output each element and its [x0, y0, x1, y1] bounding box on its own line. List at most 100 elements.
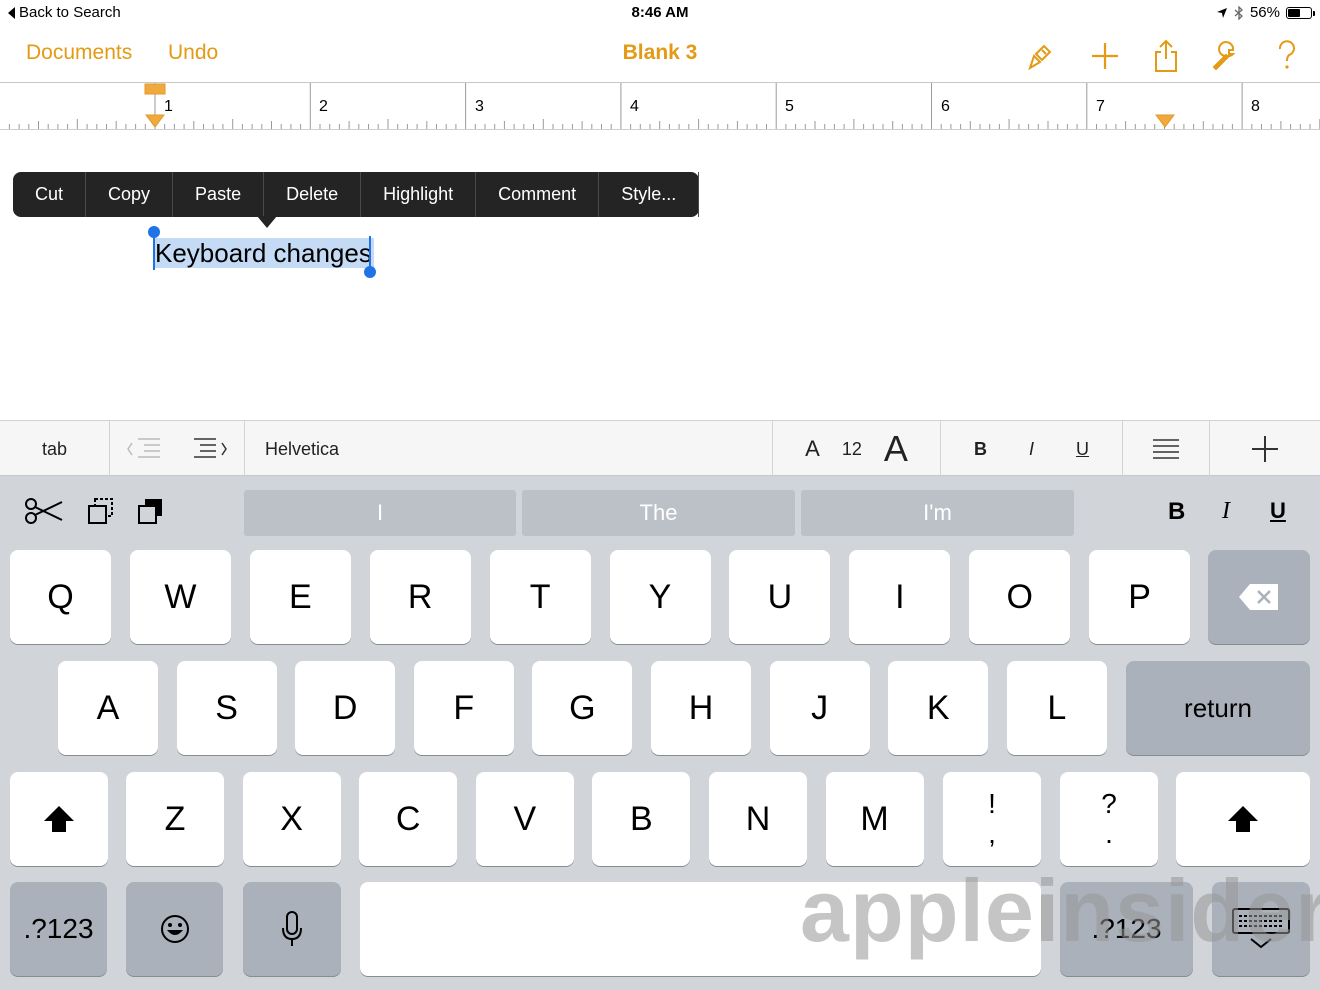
underline-shortcut-button[interactable]: U: [1270, 498, 1286, 524]
highlight-menu-item[interactable]: Highlight: [361, 172, 477, 217]
help-icon[interactable]: [1267, 36, 1307, 76]
ruler-number: 6: [941, 98, 950, 115]
navigation-bar: Documents Undo Blank 3: [0, 28, 1320, 83]
ruler-number: 5: [785, 98, 794, 115]
tab-button[interactable]: tab: [0, 421, 110, 477]
key-z[interactable]: Z: [126, 772, 224, 866]
selection-end-handle[interactable]: [364, 266, 376, 278]
suggestion-3[interactable]: I'm: [801, 490, 1074, 536]
key-i[interactable]: I: [849, 550, 951, 644]
key-k[interactable]: K: [888, 661, 989, 755]
key-p[interactable]: P: [1089, 550, 1191, 644]
cut-shortcut-button[interactable]: [24, 496, 64, 531]
key-j[interactable]: J: [769, 661, 870, 755]
ruler-number: 3: [475, 98, 484, 115]
edit-menu: Cut Copy Paste Delete Highlight Comment …: [13, 172, 700, 228]
battery-icon: [1286, 6, 1315, 19]
ruler-number: 1: [164, 98, 173, 115]
period-label: .: [1105, 818, 1113, 849]
emoji-key[interactable]: [126, 882, 223, 976]
cut-menu-item[interactable]: Cut: [13, 172, 87, 217]
key-f[interactable]: F: [413, 661, 514, 755]
menu-pointer: [257, 216, 277, 228]
exclamation-comma-key[interactable]: ! ,: [943, 772, 1041, 866]
status-right: 56%: [1216, 4, 1315, 21]
plus-icon[interactable]: [1085, 36, 1125, 76]
suggestion-2[interactable]: The: [522, 490, 795, 536]
key-h[interactable]: H: [651, 661, 751, 755]
clock: 8:46 AM: [631, 4, 689, 21]
font-size-value[interactable]: 12: [842, 439, 862, 460]
right-indent-marker-icon[interactable]: [1154, 113, 1176, 129]
decrease-font-size-button[interactable]: A: [805, 436, 820, 462]
left-shift-key[interactable]: [10, 772, 108, 866]
key-e[interactable]: E: [249, 550, 351, 644]
font-size-controls: A 12 A: [773, 421, 941, 477]
question-label: ?: [1101, 788, 1117, 819]
align-button[interactable]: [1123, 421, 1210, 477]
key-t[interactable]: T: [489, 550, 591, 644]
numbers-key-left[interactable]: .?123: [10, 882, 107, 976]
right-shift-key[interactable]: [1176, 772, 1310, 866]
key-s[interactable]: S: [176, 661, 277, 755]
key-b[interactable]: B: [592, 772, 691, 866]
indent-marker-icon[interactable]: [144, 83, 166, 129]
increase-indent-icon[interactable]: [192, 437, 228, 461]
italic-shortcut-button[interactable]: I: [1222, 498, 1230, 525]
decrease-indent-icon[interactable]: [126, 437, 162, 461]
bold-button[interactable]: B: [974, 439, 987, 460]
key-v[interactable]: V: [475, 772, 574, 866]
increase-font-size-button[interactable]: A: [884, 428, 908, 470]
key-r[interactable]: R: [369, 550, 471, 644]
comma-label: ,: [988, 818, 996, 849]
selected-text[interactable]: Keyboard changes: [153, 238, 374, 268]
comment-menu-item[interactable]: Comment: [476, 172, 600, 217]
key-n[interactable]: N: [709, 772, 807, 866]
key-u[interactable]: U: [729, 550, 831, 644]
italic-button[interactable]: I: [1029, 439, 1034, 460]
paintbrush-icon[interactable]: [1020, 36, 1060, 76]
copy-icon: [88, 498, 113, 524]
delete-menu-item[interactable]: Delete: [264, 172, 362, 217]
key-w[interactable]: W: [129, 550, 231, 644]
delete-key[interactable]: [1208, 550, 1310, 644]
insert-button[interactable]: [1210, 421, 1320, 477]
key-x[interactable]: X: [242, 772, 341, 866]
status-bar: Back to Search 8:46 AM 56%: [0, 0, 1320, 26]
selection-start-handle[interactable]: [148, 226, 160, 238]
key-q[interactable]: Q: [10, 550, 111, 644]
wrench-icon[interactable]: [1207, 36, 1247, 76]
return-key[interactable]: return: [1126, 661, 1310, 755]
copy-shortcut-button[interactable]: [86, 496, 116, 531]
bold-shortcut-button[interactable]: B: [1168, 498, 1185, 526]
key-d[interactable]: D: [295, 661, 396, 755]
document-canvas[interactable]: Cut Copy Paste Delete Highlight Comment …: [0, 130, 1320, 420]
question-period-key[interactable]: ? .: [1060, 772, 1158, 866]
key-y[interactable]: Y: [609, 550, 711, 644]
dictation-key[interactable]: [243, 882, 341, 976]
scissors-icon: [25, 498, 63, 524]
bluetooth-icon: [1234, 5, 1243, 20]
exclamation-label: !: [988, 788, 996, 819]
text-style-controls: B I U: [941, 421, 1123, 477]
paste-icon: [138, 499, 162, 524]
underline-button[interactable]: U: [1076, 439, 1089, 460]
key-o[interactable]: O: [969, 550, 1071, 644]
key-g[interactable]: G: [532, 661, 633, 755]
paste-shortcut-button[interactable]: [136, 496, 166, 531]
key-a[interactable]: A: [58, 661, 158, 755]
suggestion-1[interactable]: I: [244, 490, 516, 536]
style-menu-item[interactable]: Style...: [599, 172, 700, 217]
shift-icon: [44, 806, 74, 832]
microphone-icon: [282, 911, 302, 946]
paste-menu-item[interactable]: Paste: [173, 172, 265, 217]
indent-controls: [110, 421, 245, 477]
copy-menu-item[interactable]: Copy: [86, 172, 174, 217]
font-name-button[interactable]: Helvetica: [245, 421, 773, 477]
key-l[interactable]: L: [1006, 661, 1107, 755]
key-m[interactable]: M: [825, 772, 924, 866]
share-icon[interactable]: [1146, 36, 1186, 76]
key-c[interactable]: C: [359, 772, 458, 866]
ruler-number: 2: [319, 98, 328, 115]
ruler[interactable]: 1 2 3 4 5 6 7 8: [0, 83, 1320, 130]
